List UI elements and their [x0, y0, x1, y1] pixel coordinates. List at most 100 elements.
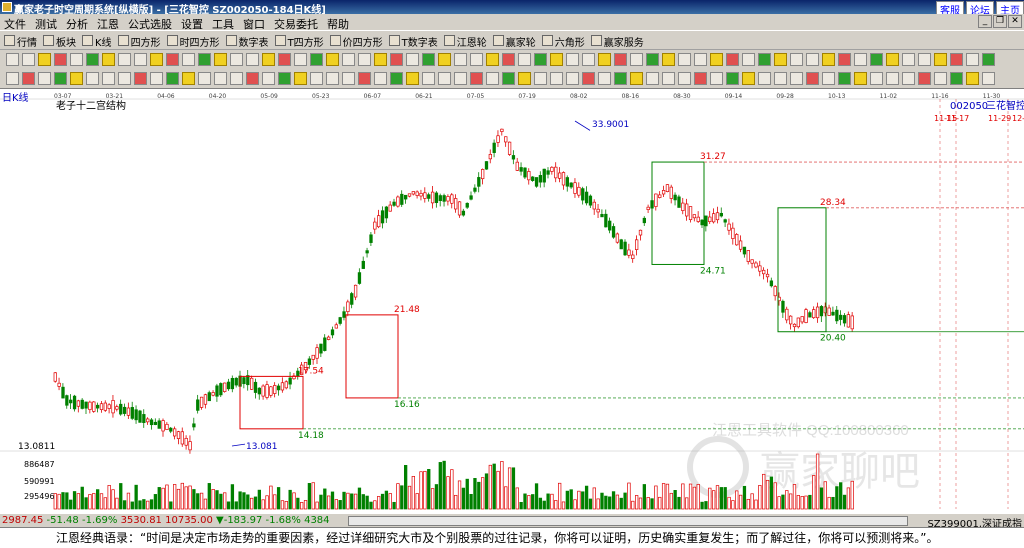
- menu-test[interactable]: 测试: [35, 16, 57, 32]
- tool-icon-row2-43[interactable]: [694, 53, 707, 66]
- tool-icon-row2-30[interactable]: [486, 53, 499, 66]
- tool-winner-wheel[interactable]: 赢家轮: [492, 34, 536, 49]
- tool-icon-row3-8[interactable]: [134, 72, 147, 85]
- tool-icon-row3-31[interactable]: [502, 72, 515, 85]
- tool-icon-row2-36[interactable]: [582, 53, 595, 66]
- close-button[interactable]: ✕: [1008, 15, 1022, 28]
- tool-icon-row3-22[interactable]: [358, 72, 371, 85]
- tool-icon-row3-11[interactable]: [182, 72, 195, 85]
- tool-icon-row2-61[interactable]: [982, 53, 995, 66]
- tool-icon-row3-2[interactable]: [38, 72, 51, 85]
- tool-icon-row2-6[interactable]: [102, 53, 115, 66]
- tool-icon-row3-51[interactable]: [822, 72, 835, 85]
- tool-icon-row2-57[interactable]: [918, 53, 931, 66]
- tool-icon-row3-23[interactable]: [374, 72, 387, 85]
- tool-icon-row3-37[interactable]: [598, 72, 611, 85]
- tool-icon-row3-38[interactable]: [614, 72, 627, 85]
- tool-icon-row3-30[interactable]: [486, 72, 499, 85]
- minimize-button[interactable]: _: [978, 15, 992, 28]
- tool-icon-row3-20[interactable]: [326, 72, 339, 85]
- tool-icon-row3-46[interactable]: [742, 72, 755, 85]
- menu-trade[interactable]: 交易委托: [274, 16, 318, 32]
- tool-icon-row3-10[interactable]: [166, 72, 179, 85]
- tool-number-table[interactable]: 数字表: [225, 34, 269, 49]
- tool-icon-row3-24[interactable]: [390, 72, 403, 85]
- tool-icon-row3-36[interactable]: [582, 72, 595, 85]
- tool-sector[interactable]: 板块: [43, 34, 76, 49]
- tool-icon-row3-16[interactable]: [262, 72, 275, 85]
- horizontal-scrollbar[interactable]: [348, 516, 908, 526]
- tool-icon-row3-25[interactable]: [406, 72, 419, 85]
- tool-icon-row3-43[interactable]: [694, 72, 707, 85]
- tool-time-square[interactable]: 时四方形: [166, 34, 220, 49]
- tool-icon-row3-52[interactable]: [838, 72, 851, 85]
- tool-hexagon[interactable]: 六角形: [541, 34, 585, 49]
- kline-chart[interactable]: 03-07 03-21 04-06 04-20 05-09 05-23 06-07 06-21…: [0, 89, 1024, 514]
- tool-t-square[interactable]: T四方形: [274, 34, 324, 49]
- tool-icon-row2-14[interactable]: [230, 53, 243, 66]
- tool-icon-row3-7[interactable]: [118, 72, 131, 85]
- tool-icon-row2-53[interactable]: [854, 53, 867, 66]
- tool-icon-row2-26[interactable]: [422, 53, 435, 66]
- tool-icon-row2-13[interactable]: [214, 53, 227, 66]
- tool-icon-row2-44[interactable]: [710, 53, 723, 66]
- tool-price-square[interactable]: 价四方形: [329, 34, 383, 49]
- tool-icon-row2-16[interactable]: [262, 53, 275, 66]
- menu-tools[interactable]: 工具: [212, 16, 234, 32]
- tool-icon-row3-50[interactable]: [806, 72, 819, 85]
- tool-icon-row3-15[interactable]: [246, 72, 259, 85]
- menu-gann[interactable]: 江恩: [97, 16, 119, 32]
- tool-icon-row2-50[interactable]: [806, 53, 819, 66]
- tool-icon-row3-26[interactable]: [422, 72, 435, 85]
- tool-icon-row3-48[interactable]: [774, 72, 787, 85]
- tool-icon-row3-13[interactable]: [214, 72, 227, 85]
- tool-icon-row2-34[interactable]: [550, 53, 563, 66]
- tool-icon-row2-22[interactable]: [358, 53, 371, 66]
- tool-icon-row3-29[interactable]: [470, 72, 483, 85]
- tool-icon-row3-33[interactable]: [534, 72, 547, 85]
- tool-icon-row2-42[interactable]: [678, 53, 691, 66]
- tool-icon-row3-47[interactable]: [758, 72, 771, 85]
- tool-icon-row2-27[interactable]: [438, 53, 451, 66]
- tool-icon-row2-46[interactable]: [742, 53, 755, 66]
- tool-icon-row2-54[interactable]: [870, 53, 883, 66]
- tool-icon-row2-2[interactable]: [38, 53, 51, 66]
- tool-icon-row2-33[interactable]: [534, 53, 547, 66]
- tool-icon-row2-32[interactable]: [518, 53, 531, 66]
- tool-t-table[interactable]: T数字表: [388, 34, 438, 49]
- tool-icon-row3-57[interactable]: [918, 72, 931, 85]
- tool-icon-row2-23[interactable]: [374, 53, 387, 66]
- tool-icon-row3-58[interactable]: [934, 72, 947, 85]
- tool-icon-row2-56[interactable]: [902, 53, 915, 66]
- tool-icon-row2-49[interactable]: [790, 53, 803, 66]
- tool-icon-row2-10[interactable]: [166, 53, 179, 66]
- tool-icon-row3-4[interactable]: [70, 72, 83, 85]
- tool-icon-row2-11[interactable]: [182, 53, 195, 66]
- tool-icon-row3-61[interactable]: [982, 72, 995, 85]
- tool-icon-row2-3[interactable]: [54, 53, 67, 66]
- tool-icon-row2-41[interactable]: [662, 53, 675, 66]
- tool-service[interactable]: 赢家服务: [590, 34, 644, 49]
- tool-icon-row2-29[interactable]: [470, 53, 483, 66]
- tool-icon-row2-0[interactable]: [6, 53, 19, 66]
- tool-icon-row3-32[interactable]: [518, 72, 531, 85]
- tool-icon-row2-37[interactable]: [598, 53, 611, 66]
- tool-gann-wheel[interactable]: 江恩轮: [443, 34, 487, 49]
- tool-icon-row2-21[interactable]: [342, 53, 355, 66]
- menu-help[interactable]: 帮助: [327, 16, 349, 32]
- tool-icon-row2-51[interactable]: [822, 53, 835, 66]
- tool-icon-row2-17[interactable]: [278, 53, 291, 66]
- tool-icon-row2-52[interactable]: [838, 53, 851, 66]
- tool-icon-row2-7[interactable]: [118, 53, 131, 66]
- tool-quote[interactable]: 行情: [4, 34, 37, 49]
- tool-icon-row2-31[interactable]: [502, 53, 515, 66]
- tool-icon-row2-35[interactable]: [566, 53, 579, 66]
- tool-icon-row3-0[interactable]: [6, 72, 19, 85]
- tool-icon-row2-20[interactable]: [326, 53, 339, 66]
- tool-icon-row3-44[interactable]: [710, 72, 723, 85]
- tool-icon-row2-24[interactable]: [390, 53, 403, 66]
- tool-icon-row3-55[interactable]: [886, 72, 899, 85]
- tool-icon-row2-47[interactable]: [758, 53, 771, 66]
- tool-icon-row2-48[interactable]: [774, 53, 787, 66]
- tool-icon-row3-21[interactable]: [342, 72, 355, 85]
